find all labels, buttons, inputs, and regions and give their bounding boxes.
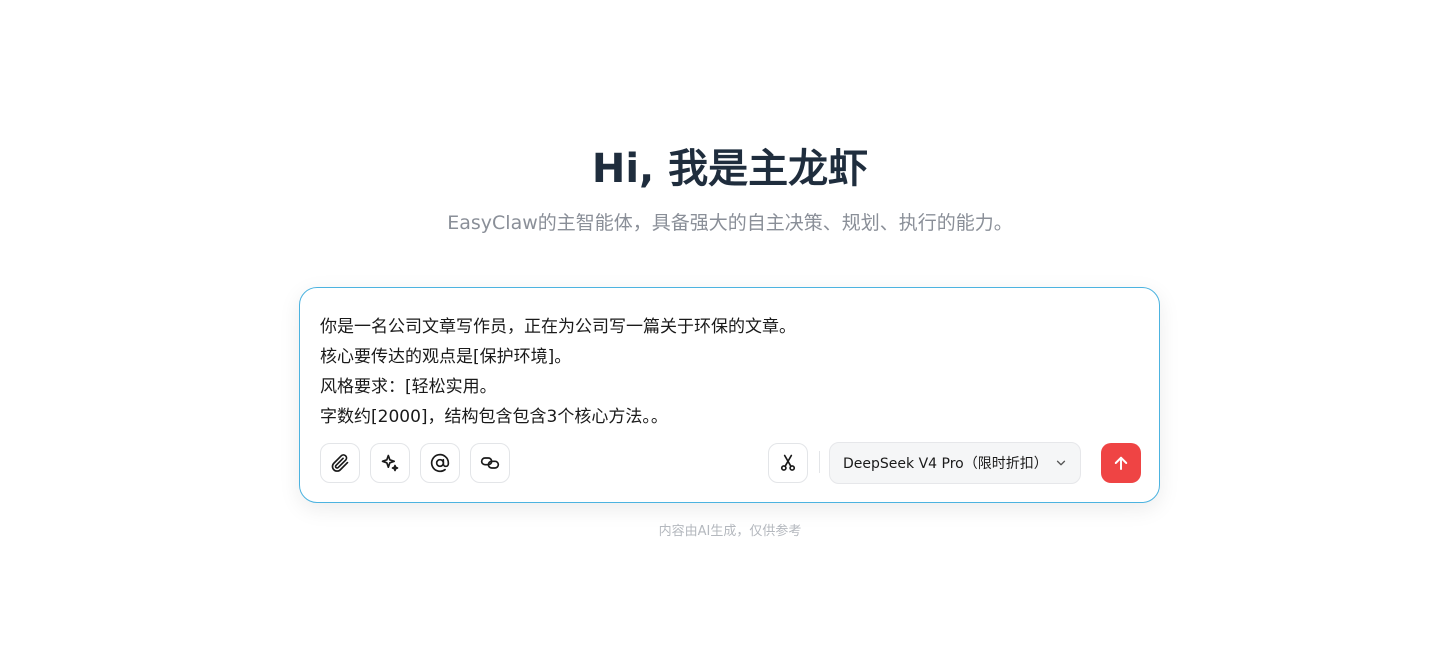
prompt-line: 风格要求：[轻松实用。	[320, 377, 497, 397]
sparkles-icon	[381, 454, 399, 472]
mention-button[interactable]	[420, 443, 460, 483]
prompt-line: 核心要传达的观点是[保护环境]。	[320, 347, 572, 367]
attach-button[interactable]	[320, 443, 360, 483]
link-button[interactable]	[470, 443, 510, 483]
prompt-line: 你是一名公司文章写作员，正在为公司写一篇关于环保的文章。	[320, 317, 796, 337]
arrow-up-icon	[1114, 456, 1128, 470]
model-select[interactable]: DeepSeek V4 Pro（限时折扣）	[829, 442, 1081, 484]
send-button[interactable]	[1101, 443, 1141, 483]
page: Hi, 我是主龙虾 EasyClaw的主智能体，具备强大的自主决策、规划、执行的…	[0, 0, 1447, 670]
chevron-down-icon	[1056, 460, 1066, 466]
scissors-icon	[780, 454, 796, 471]
paperclip-icon	[331, 454, 349, 472]
hero-title: Hi, 我是主龙虾	[591, 146, 869, 192]
chat-composer: 你是一名公司文章写作员，正在为公司写一篇关于环保的文章。 核心要传达的观点是[保…	[299, 287, 1160, 503]
hero-subtitle: EasyClaw的主智能体，具备强大的自主决策、规划、执行的能力。	[447, 212, 1013, 234]
ai-disclaimer: 内容由AI生成，仅供参考	[658, 524, 802, 539]
link-icon	[480, 457, 500, 469]
at-sign-icon	[430, 453, 450, 473]
skills-button[interactable]	[370, 443, 410, 483]
clip-button[interactable]	[768, 443, 808, 483]
toolbar-divider	[819, 451, 820, 473]
prompt-line: 字数约[2000]，结构包含包含3个核心方法。。	[320, 407, 668, 427]
prompt-input[interactable]: 你是一名公司文章写作员，正在为公司写一篇关于环保的文章。 核心要传达的观点是[保…	[320, 312, 1120, 432]
model-select-value: DeepSeek V4 Pro（限时折扣）	[843, 456, 1048, 472]
